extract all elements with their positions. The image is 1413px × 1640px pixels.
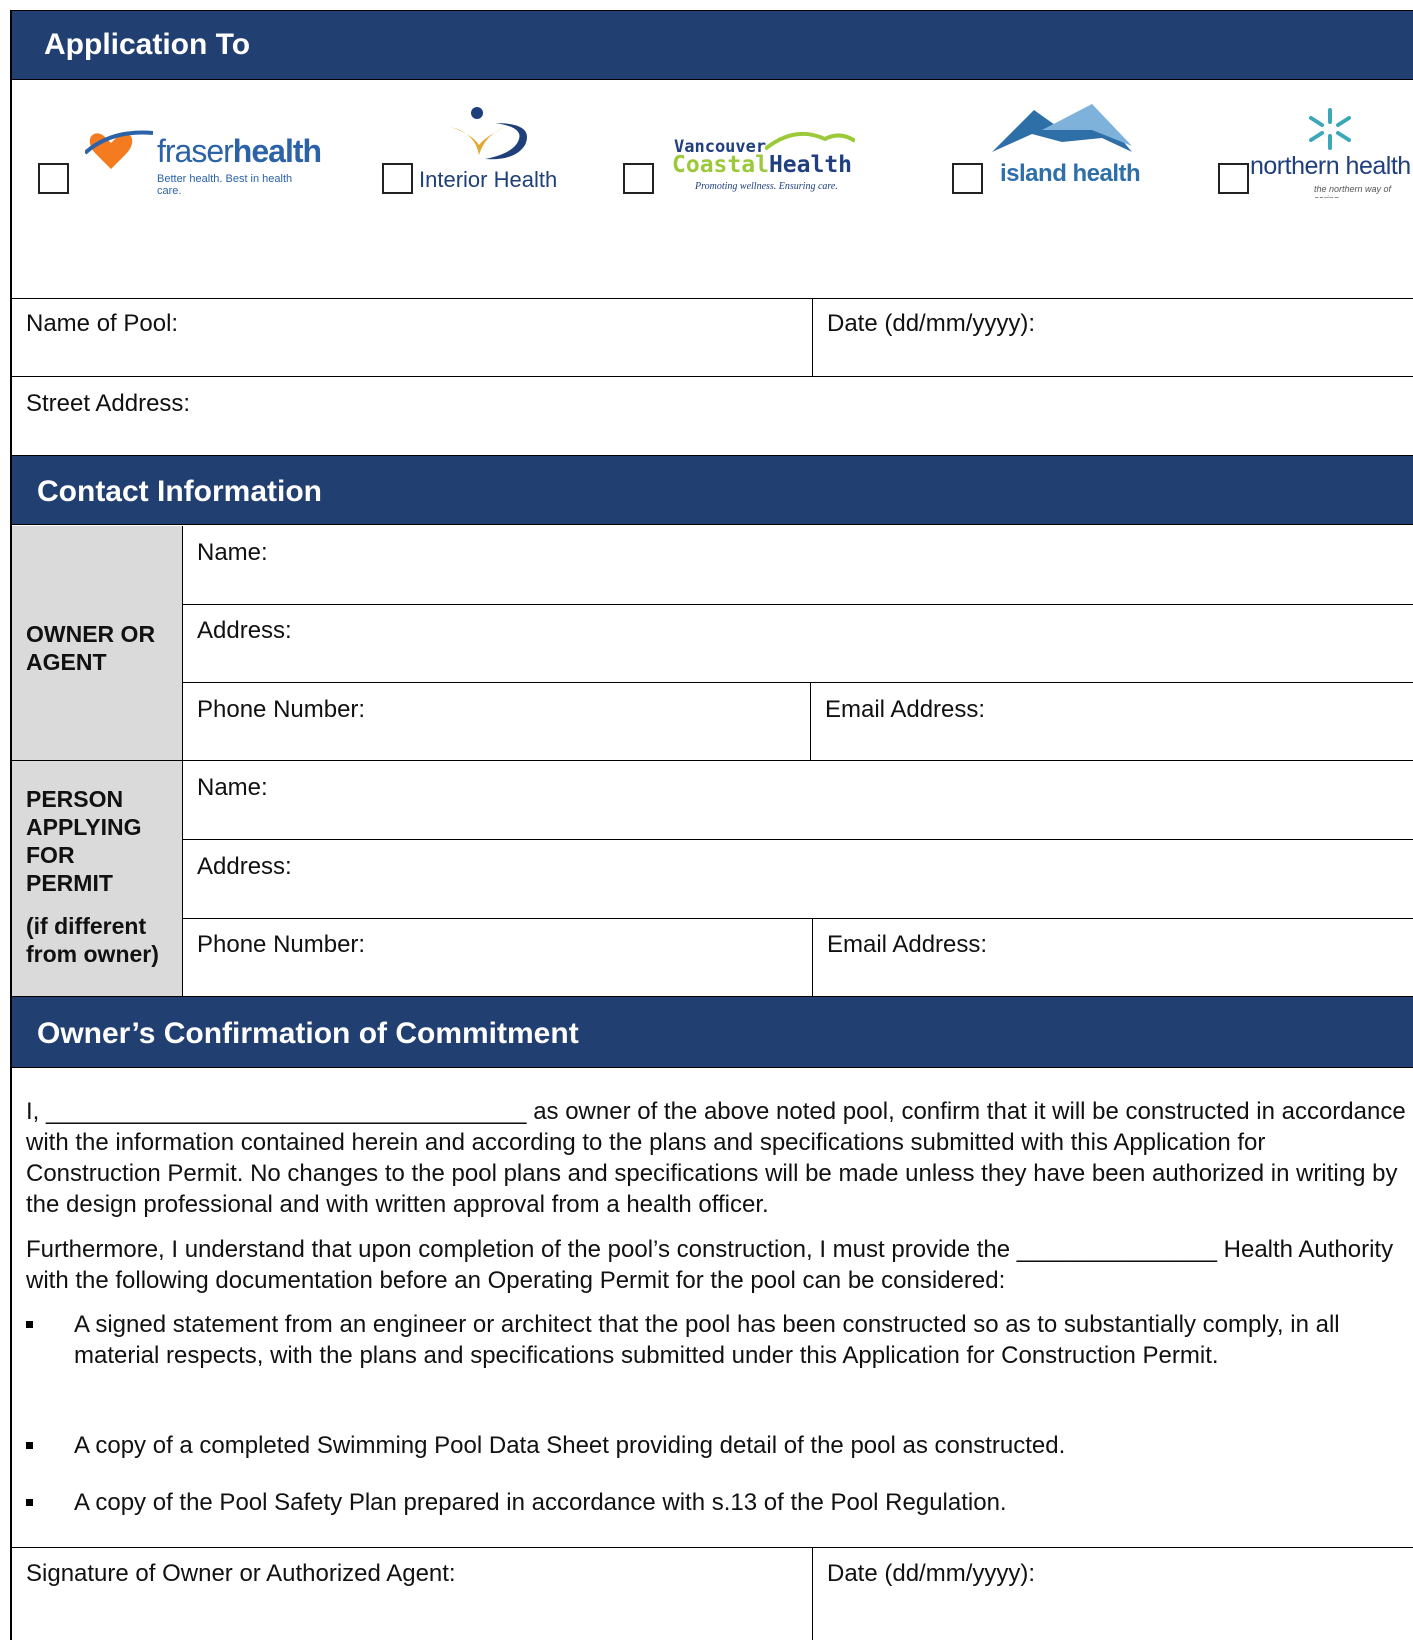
- bullet-icon: [26, 1321, 33, 1328]
- street-address-label: Street Address:: [26, 390, 191, 417]
- section-title: Contact Information: [37, 475, 322, 508]
- list-item: A copy of the Pool Safety Plan prepared …: [26, 1487, 1406, 1518]
- section-header-application-to: Application To: [12, 10, 1413, 80]
- island-health-logo: island health: [992, 100, 1142, 195]
- logo-text: island health: [1000, 160, 1141, 187]
- applicant-address-label: Address:: [197, 853, 292, 880]
- section-header-contact-information: Contact Information: [12, 455, 1413, 525]
- list-item-text: A copy of the Pool Safety Plan prepared …: [74, 1489, 1007, 1516]
- owner-phone-label: Phone Number:: [197, 696, 366, 723]
- applicant-email-label: Email Address:: [827, 931, 988, 958]
- logo-text-c: Health: [768, 152, 853, 178]
- section-title: Owner’s Confirmation of Commitment: [37, 1017, 579, 1050]
- snowflake-icon: [1309, 108, 1351, 150]
- owner-name-label: Name:: [197, 539, 268, 566]
- applicant-label: PERSON APPLYING FOR PERMIT: [26, 786, 142, 896]
- heart-icon: [85, 130, 154, 169]
- fraser-health-logo: fraserhealth Better health. Best in heal…: [85, 125, 322, 197]
- name-of-pool-label: Name of Pool:: [26, 310, 179, 337]
- signature-date-label: Date (dd/mm/yyyy):: [827, 1560, 1036, 1587]
- logo-text-b: health: [232, 133, 322, 169]
- checkbox-northern-health[interactable]: [1218, 163, 1249, 194]
- bullet-icon: [26, 1499, 33, 1506]
- owner-email-label: Email Address:: [825, 696, 986, 723]
- logo-text-b: Coastal: [672, 152, 769, 178]
- applicant-name-label: Name:: [197, 774, 268, 801]
- pool-date-label: Date (dd/mm/yyyy):: [827, 310, 1036, 337]
- person-icon: [451, 107, 527, 160]
- section-title: Application To: [44, 28, 251, 61]
- logo-tagline: Promoting wellness. Ensuring care.: [695, 181, 838, 192]
- bullet-icon: [26, 1442, 33, 1449]
- commitment-paragraph-2: Furthermore, I understand that upon comp…: [26, 1236, 1394, 1294]
- logo-text: Interior Health: [419, 167, 558, 192]
- checkbox-fraser-health[interactable]: [38, 163, 69, 194]
- checkbox-island-health[interactable]: [952, 163, 983, 194]
- list-item-text: A signed statement from an engineer or a…: [74, 1311, 1340, 1369]
- list-item-text: A copy of a completed Swimming Pool Data…: [74, 1432, 1066, 1459]
- logo-tagline: Better health. Best in health care.: [157, 173, 293, 197]
- logo-text-a: fraser: [157, 133, 234, 169]
- logo-tagline: the northern way of caring: [1314, 184, 1392, 198]
- owner-address-label: Address:: [197, 617, 292, 644]
- owner-label: OWNER OR AGENT: [26, 621, 156, 675]
- northern-health-logo: northern health the northern way of cari…: [1250, 108, 1413, 198]
- interior-health-logo: Interior Health: [415, 105, 585, 195]
- form-frame: [10, 10, 1413, 1640]
- checkbox-interior-health[interactable]: [382, 163, 413, 194]
- commitment-paragraph-1: I, ____________________________________ …: [26, 1098, 1406, 1218]
- checkbox-vancouver-coastal-health[interactable]: [623, 163, 654, 194]
- list-item: A copy of a completed Swimming Pool Data…: [26, 1430, 1406, 1461]
- vancouver-coastal-health-logo: Vancouver CoastalHealth Promoting wellne…: [670, 125, 880, 195]
- signature-label: Signature of Owner or Authorized Agent:: [26, 1560, 456, 1587]
- applicant-phone-label: Phone Number:: [197, 931, 366, 958]
- section-header-commitment: Owner’s Confirmation of Commitment: [12, 996, 1413, 1068]
- mountain-icon: [765, 131, 855, 151]
- logo-text: northern health: [1250, 152, 1411, 180]
- applicant-sublabel: (if different from owner): [26, 913, 159, 967]
- mountains-icon: [992, 104, 1132, 152]
- list-item: A signed statement from an engineer or a…: [26, 1309, 1406, 1371]
